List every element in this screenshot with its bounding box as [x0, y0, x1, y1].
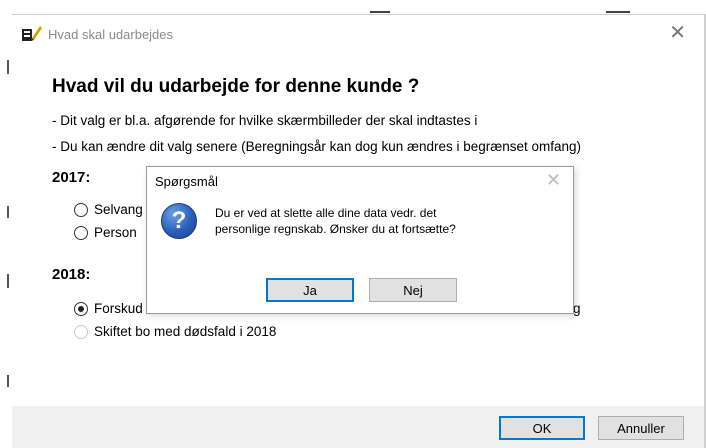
edge-mark [7, 206, 9, 218]
window-title: Hvad skal udarbejdes [48, 27, 174, 42]
radio-label: Forskud [94, 301, 143, 316]
top-border [12, 14, 704, 15]
year-2017-label: 2017: [52, 169, 91, 186]
year-2018-label: 2018: [52, 266, 91, 283]
info-line-2: - Du kan ændre dit valg senere (Beregnin… [52, 139, 582, 154]
radio-label: Selvang [94, 202, 143, 217]
radio-button[interactable] [74, 225, 88, 240]
radio-option-person[interactable]: Person [74, 225, 137, 240]
left-edge [0, 0, 12, 448]
radio-label-tail: g [573, 301, 581, 316]
window-close-button[interactable]: ✕ [669, 23, 686, 43]
top-mark [606, 11, 630, 13]
edge-mark [7, 60, 9, 74]
radio-option-selvang[interactable]: Selvang [74, 202, 143, 217]
cancel-button[interactable]: Annuller [598, 416, 684, 440]
confirm-dialog: Spørgsmål ✕ ? Du er ved at slette alle d… [146, 166, 574, 314]
edge-mark [7, 274, 9, 288]
dialog-message: Du er ved at slette alle dine data vedr.… [215, 205, 535, 237]
ok-button[interactable]: OK [499, 416, 585, 440]
info-line-1: - Dit valg er bl.a. afgørende for hvilke… [52, 113, 478, 128]
footer-bar: OK Annuller [12, 406, 704, 448]
title-bar: Hvad skal udarbejdes ✕ [12, 18, 704, 50]
no-button[interactable]: Nej [369, 278, 457, 302]
page-heading: Hvad vil du udarbejde for denne kunde ? [52, 76, 420, 97]
question-icon: ? [161, 203, 197, 239]
app-icon [22, 26, 42, 41]
top-mark [370, 11, 390, 13]
edge-mark [7, 375, 9, 387]
radio-label: Skiftet bo med dødsfald i 2018 [94, 324, 277, 339]
dialog-message-line-2: personlige regnskab. Ønsker du at fortsæ… [215, 222, 456, 236]
yes-button[interactable]: Ja [266, 278, 354, 302]
dialog-message-line-1: Du er ved at slette alle dine data vedr.… [215, 206, 437, 220]
dialog-title: Spørgsmål [155, 174, 218, 189]
radio-button[interactable] [74, 202, 88, 217]
radio-button[interactable] [74, 324, 88, 339]
radio-option-skiftet-bo[interactable]: Skiftet bo med dødsfald i 2018 [74, 324, 276, 339]
radio-option-forskud[interactable]: Forskud [74, 301, 143, 316]
radio-label: Person [94, 225, 137, 240]
radio-button-checked[interactable] [74, 301, 88, 316]
dialog-close-button[interactable]: ✕ [546, 170, 561, 191]
